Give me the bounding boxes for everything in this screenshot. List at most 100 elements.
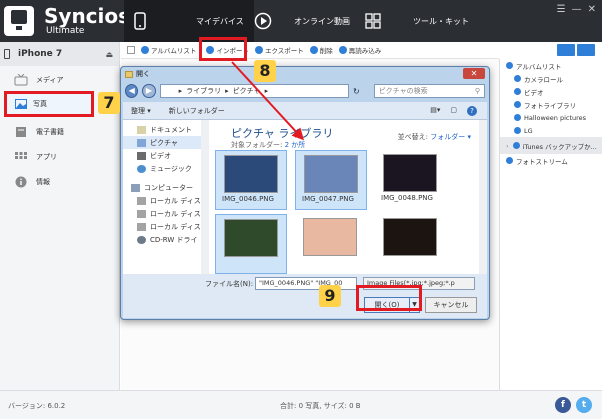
nav-online-video-label: オンライン動画 <box>294 16 350 26</box>
library-icon <box>514 101 521 108</box>
cancel-button[interactable]: キャンセル <box>425 297 477 313</box>
facebook-icon[interactable]: f <box>555 397 571 413</box>
file-name-input[interactable]: "IMG_0046.PNG" "IMG_00 <box>255 277 357 290</box>
album-label: カメラロール <box>524 75 563 84</box>
file-thumbnail[interactable]: IMG_0047.PNG <box>295 150 367 210</box>
callout-8: 8 <box>254 60 276 82</box>
delete-button[interactable]: 削除 <box>309 45 333 55</box>
document-icon <box>137 125 146 134</box>
help-icon[interactable]: ? <box>467 105 477 116</box>
album-icon <box>506 62 513 69</box>
nav-scrollbar[interactable] <box>201 120 209 274</box>
minimize-icon[interactable]: — <box>572 4 582 15</box>
file-thumbnail[interactable]: IMG_0046.PNG <box>215 150 287 210</box>
window-controls: ☰ — ✕ <box>557 4 596 15</box>
album-item[interactable]: › iTunes バックアップか... <box>500 137 602 154</box>
video-icon <box>137 151 146 160</box>
album-item[interactable]: LG <box>500 124 602 137</box>
grid-view-icon[interactable] <box>577 44 595 56</box>
image-preview <box>303 218 357 256</box>
dialog-close-button[interactable]: ✕ <box>463 68 485 79</box>
version-label: バージョン: 6.0.2 <box>8 402 66 410</box>
drive-icon <box>137 209 146 218</box>
nav-my-device[interactable]: マイデバイス <box>124 0 254 42</box>
select-all-checkbox[interactable] <box>127 46 135 54</box>
organize-button[interactable]: 整理 ▾ <box>131 106 151 116</box>
file-name-label: ファイル名(N): <box>205 280 254 288</box>
nav-item[interactable]: ピクチャ <box>123 136 208 149</box>
export-button[interactable]: エクスポート <box>254 45 304 55</box>
file-thumbnail[interactable] <box>215 214 287 274</box>
forward-button[interactable]: ▶ <box>142 84 156 98</box>
sort-dropdown[interactable]: フォルダー ▾ <box>430 133 471 141</box>
nav-item[interactable]: ローカル ディス <box>123 207 208 220</box>
close-icon[interactable]: ✕ <box>588 4 596 15</box>
sidebar-item-apps[interactable]: アプリ <box>0 144 119 169</box>
reload-label: 再読み込み <box>348 47 382 55</box>
sidebar-item-ebook[interactable]: 電子書籍 <box>0 119 119 144</box>
reload-button[interactable]: 再読み込み <box>338 45 382 55</box>
file-thumbnail[interactable] <box>375 214 447 274</box>
menu-icon[interactable]: ☰ <box>557 4 566 15</box>
new-folder-button[interactable]: 新しいフォルダー <box>169 106 225 116</box>
back-button[interactable]: ◀ <box>125 84 139 98</box>
breadcrumb-pictures[interactable]: ピクチャ <box>233 86 261 96</box>
sidebar-item-photo[interactable]: 写真 <box>4 91 94 117</box>
file-list-scrollbar[interactable] <box>479 120 487 274</box>
twitter-icon[interactable]: t <box>576 397 592 413</box>
breadcrumb-separator: ▸ <box>225 87 229 95</box>
search-input[interactable]: ピクチャの検索 ⚲ <box>373 84 486 98</box>
file-name: IMG_0048.PNG <box>381 194 433 202</box>
delete-icon <box>309 46 318 54</box>
eject-icon[interactable]: ⏏ <box>105 50 113 59</box>
app-edition: Ultimate <box>46 26 85 36</box>
album-item[interactable]: フォトライブラリ <box>500 98 602 111</box>
nav-online-video[interactable]: オンライン動画 <box>254 0 350 42</box>
nav-item-label: ローカル ディス <box>150 196 201 205</box>
album-item[interactable]: ビデオ <box>500 85 602 98</box>
nav-toolkit[interactable]: ツール・キット <box>365 0 469 42</box>
view-icon[interactable]: ▤▾ <box>430 106 440 116</box>
album-panel: アルバムリスト カメラロール ビデオ フォトライブラリ Halloween pi… <box>499 59 602 390</box>
grid-icon <box>365 13 381 29</box>
file-thumbnail[interactable] <box>295 214 367 274</box>
open-highlight-box <box>356 285 422 311</box>
list-view-icon[interactable] <box>557 44 575 56</box>
device-row[interactable]: iPhone 7 ⏏ <box>0 42 119 66</box>
sidebar-item-info[interactable]: 情報 <box>0 169 119 194</box>
photo-icon <box>15 99 27 109</box>
album-label: ビデオ <box>524 88 544 97</box>
nav-item[interactable]: コンピューター <box>123 181 208 194</box>
album-item[interactable]: アルバムリスト <box>500 59 602 72</box>
album-label: アルバムリスト <box>516 62 562 71</box>
album-list-button[interactable]: アルバムリスト <box>141 45 196 55</box>
nav-item[interactable]: ビデオ <box>123 149 208 162</box>
computer-icon <box>131 183 140 192</box>
address-path[interactable]: ▸ ライブラリ ▸ ピクチャ ▸ <box>159 84 349 98</box>
nav-toolkit-label: ツール・キット <box>413 16 469 26</box>
callout-7: 7 <box>98 92 120 114</box>
album-list-label: アルバムリスト <box>151 47 197 55</box>
syncios-logo-icon <box>4 6 34 36</box>
nav-item[interactable]: CD-RW ドライ <box>123 233 208 246</box>
media-icon <box>14 73 28 85</box>
preview-pane-icon[interactable]: ▢ <box>450 106 457 116</box>
target-folder-count[interactable]: 2 か所 <box>285 141 306 149</box>
sidebar-item-media[interactable]: メディア <box>0 67 119 92</box>
nav-item-label: ローカル ディス <box>150 209 201 218</box>
sidebar-item-label: 情報 <box>36 177 50 186</box>
breadcrumb-library[interactable]: ライブラリ <box>186 86 221 96</box>
reload-icon <box>338 46 347 54</box>
nav-item[interactable]: ドキュメント <box>123 123 208 136</box>
album-item[interactable]: フォトストリーム <box>500 154 602 167</box>
file-list: ピクチャ ライブラリ 対象フォルダー: 2 か所 並べ替え: フォルダー ▾ I… <box>211 120 487 274</box>
play-icon <box>254 12 272 30</box>
album-item[interactable]: Halloween pictures <box>500 111 602 124</box>
nav-item[interactable]: ローカル ディス <box>123 220 208 233</box>
nav-item[interactable]: ローカル ディス <box>123 194 208 207</box>
album-item[interactable]: カメラロール <box>500 72 602 85</box>
file-thumbnail[interactable]: IMG_0048.PNG <box>375 150 447 210</box>
nav-item[interactable]: ミュージック <box>123 162 208 175</box>
refresh-icon[interactable]: ↻ <box>353 87 360 96</box>
breadcrumb-separator: ▸ <box>264 87 269 95</box>
